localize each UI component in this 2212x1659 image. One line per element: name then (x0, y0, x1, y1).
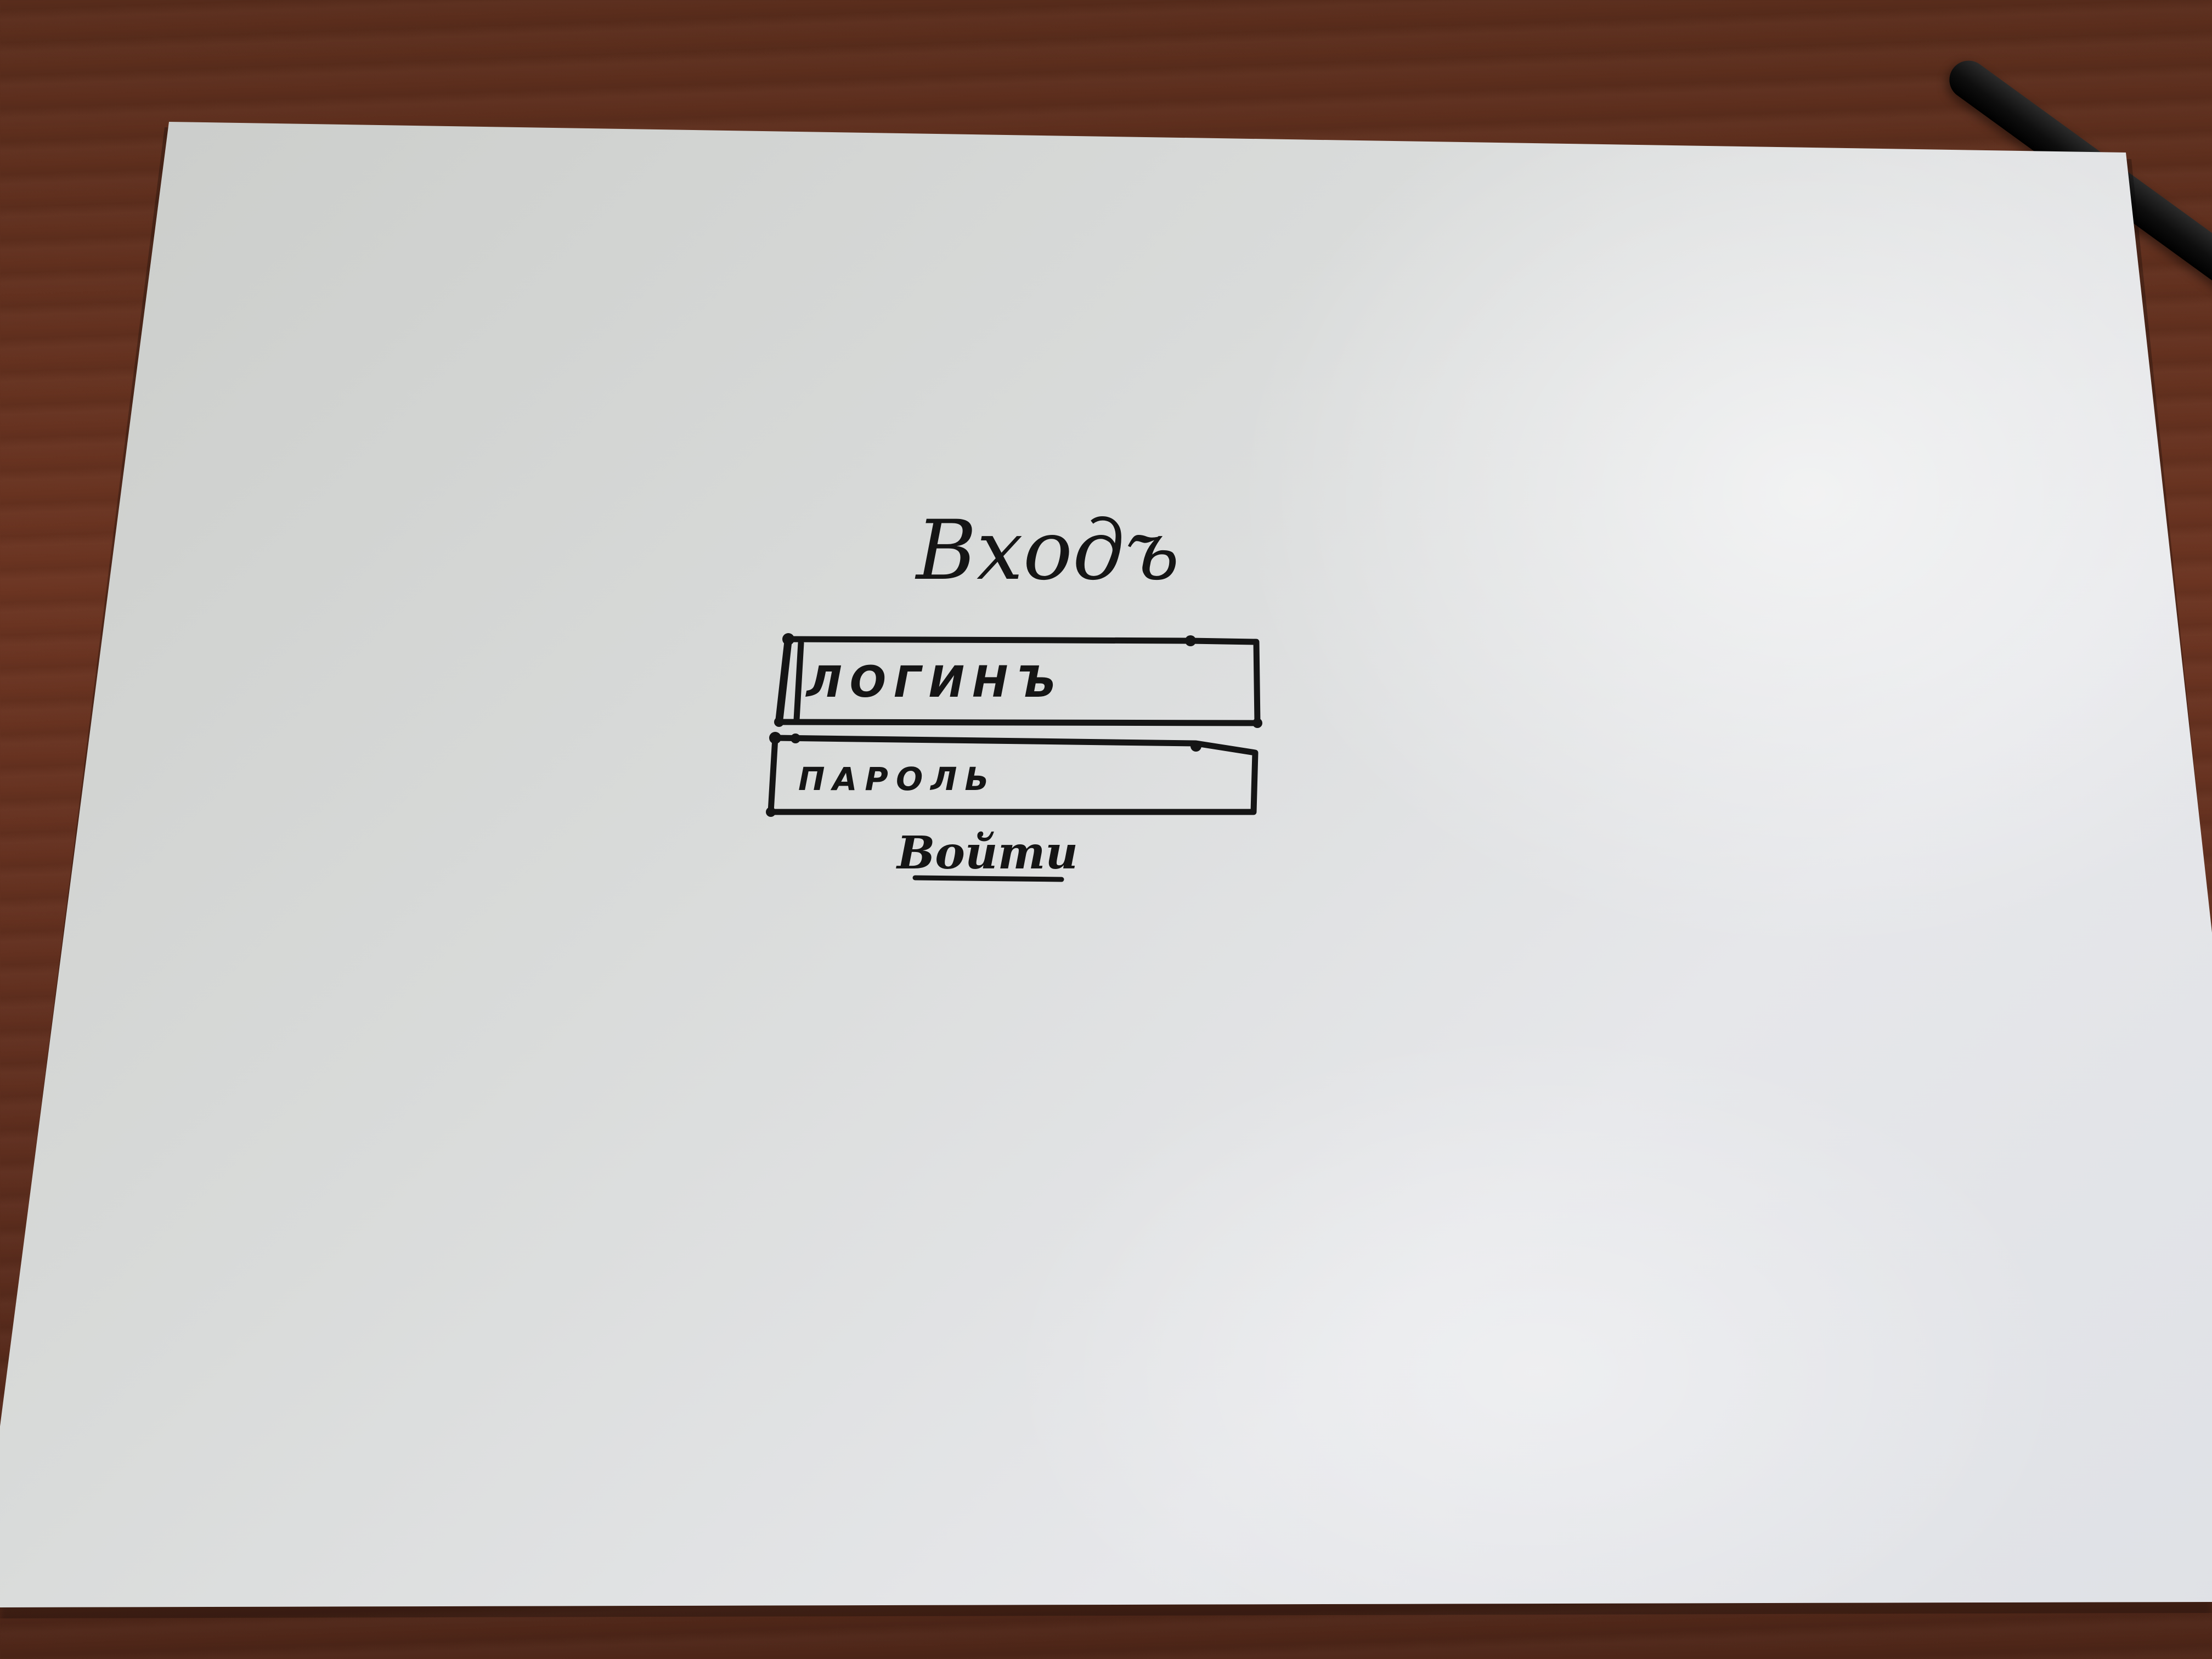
password-field-corner-dot (769, 732, 781, 744)
login-field[interactable]: ЛОГИНЪ (774, 633, 1262, 728)
password-field-text: ПАРОЛЬ (798, 760, 997, 798)
password-field-corner-dot (791, 733, 800, 743)
login-field-left-inner-edge (793, 640, 804, 723)
submit-underline (912, 875, 1064, 882)
login-form: Входъ ЛОГИНЪ ПАРОЛЬ Войти (766, 503, 1262, 882)
login-field-corner-dot (782, 633, 794, 645)
login-field-corner-dot (1252, 718, 1262, 728)
login-field-corner-dot (774, 717, 784, 727)
password-field-corner-dot (766, 807, 776, 817)
password-field[interactable]: ПАРОЛЬ (766, 732, 1259, 817)
submit-label: Войти (896, 827, 1078, 879)
login-title: Входъ (915, 503, 1180, 599)
login-field-left-edge (775, 635, 792, 726)
password-field-corner-dot (1190, 741, 1201, 752)
login-field-corner-dot (1185, 635, 1196, 646)
submit-button[interactable]: Войти (896, 827, 1078, 882)
login-form-sketch: Входъ ЛОГИНЪ ПАРОЛЬ Войти (766, 503, 1262, 882)
login-field-text: ЛОГИНЪ (805, 658, 1064, 707)
